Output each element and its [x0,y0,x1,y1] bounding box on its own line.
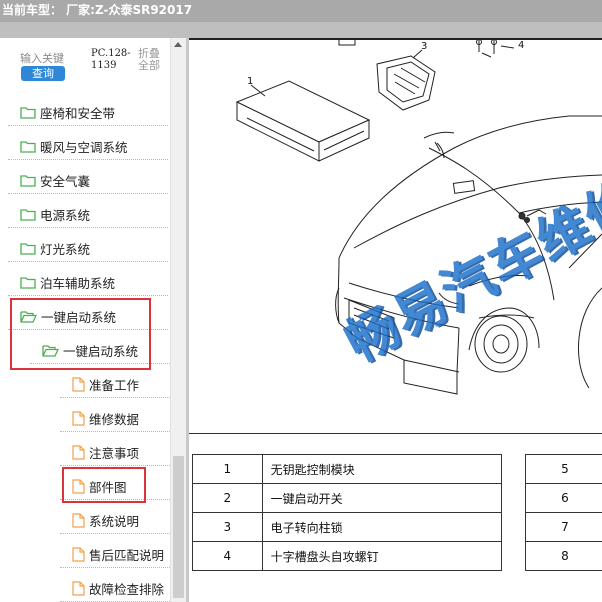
part-1-module [235,80,371,162]
part-no: 2 [192,483,263,513]
tree-item[interactable]: 售后匹配说明 [72,542,164,566]
part-no: 1 [192,454,263,484]
part-desc: 电子转向柱锁 [261,512,503,542]
callout-1: 1 [247,76,253,87]
table-row: 6 [525,483,602,513]
tree-guide-line [8,227,168,228]
folder-icon [20,174,40,187]
search-input[interactable]: 输入关键 [20,52,76,65]
part-no: 8 [525,541,602,571]
folder-open-icon [20,310,41,323]
tree-item-label: 安全气囊 [40,173,91,189]
tree-item[interactable]: 维修数据 [72,406,139,430]
scroll-up-arrow-icon[interactable] [174,42,182,47]
tree-item[interactable]: 电源系统 [20,202,90,226]
document-icon [72,410,89,426]
parts-table-right: 5 6 7 8 [525,454,602,571]
part-no: 3 [192,512,263,542]
part-no: 5 [525,454,602,484]
tree-guide-line [8,261,168,262]
callout-3: 3 [421,41,427,52]
tree-guide-line [8,329,168,330]
tree-item[interactable]: 座椅和安全带 [20,100,115,124]
folder-icon [20,276,40,289]
document-icon [72,512,89,528]
key-fob-part [452,180,476,194]
tree-item-label: 一键启动系统 [41,309,117,325]
tree-guide-line [8,125,168,126]
table-row: 7 [525,512,602,542]
tree-item-label: 暖风与空调系统 [40,139,128,155]
table-row: 5 [525,454,602,484]
window-title: 当前车型： 厂家:Z-众泰SR92017 [2,3,193,17]
callout-4: 4 [518,40,524,51]
tree-item-label: 准备工作 [89,377,140,393]
parts-table-left: 1 无钥匙控制模块 2 一键启动开关 3 电子转向柱锁 4 十字槽盘头自攻螺钉 [192,454,503,571]
table-row: 1 无钥匙控制模块 [192,454,503,484]
tree-item[interactable]: 安全气囊 [20,168,90,192]
part-no: 7 [525,512,602,542]
tree-item[interactable]: 泊车辅助系统 [20,270,115,294]
folder-icon [20,106,40,119]
folder-icon [20,140,40,153]
scrollbar-thumb[interactable] [173,456,184,598]
tree-item[interactable]: 一键启动系统 [42,338,138,362]
tree-item-label: 电源系统 [40,207,91,223]
folder-icon [20,242,40,255]
tree-guide-line [30,363,190,364]
table-top-rule [189,433,602,434]
table-row: 4 十字槽盘头自攻螺钉 [192,541,503,571]
part-desc: 无钥匙控制模块 [261,454,503,484]
tree-item[interactable]: 系统说明 [72,508,139,532]
tree-item[interactable]: 部件图 [72,474,127,498]
document-icon [72,478,89,494]
part-no: 6 [525,483,602,513]
tree-guide-line [8,295,168,296]
part-no: 4 [192,541,263,571]
tree-item-label: 座椅和安全带 [40,105,116,121]
table-row: 2 一键启动开关 [192,483,503,513]
collapse-all-button[interactable]: 折叠全部 [138,48,162,72]
tree-item-label: 故障检查排除 [89,581,165,597]
tree-item-label: 泊车辅助系统 [40,275,116,291]
part-3-switch [376,55,436,111]
tree-item[interactable]: 一键启动系统 [20,304,116,328]
tree-item-label: 灯光系统 [40,241,91,257]
tree-item[interactable]: 准备工作 [72,372,139,396]
table-row: 3 电子转向柱锁 [192,512,503,542]
tree-item-label: 售后匹配说明 [89,547,165,563]
document-icon [72,580,89,596]
document-icon [72,546,89,562]
tree-item[interactable]: 暖风与空调系统 [20,134,128,158]
tree-item[interactable]: 灯光系统 [20,236,90,260]
pc-code: PC.128- 1139 [91,48,131,72]
sidebar-scrollbar[interactable] [170,38,186,602]
tree-item[interactable]: 注意事项 [72,440,139,464]
search-button[interactable]: 查询 [21,66,65,81]
document-icon [72,444,89,460]
window-title-bar: 当前车型： 厂家:Z-众泰SR92017 [0,0,602,22]
document-icon [72,376,89,392]
toolbar-strip [0,22,602,38]
pc-code-line2: 1139 [91,60,117,71]
folder-open-icon [42,344,63,357]
tree-item-label: 维修数据 [89,411,140,427]
folder-icon [20,208,40,221]
pc-code-line1: PC.128- [91,48,131,59]
part-desc: 一键启动开关 [261,483,503,513]
tree-item[interactable]: 故障检查排除 [72,576,164,600]
tree-guide-line [8,159,168,160]
tree-guide-line [8,193,168,194]
tree-item-label: 注意事项 [89,445,140,461]
tree-item-label: 系统说明 [89,513,140,529]
tree-item-label: 部件图 [89,479,127,495]
table-row: 8 [525,541,602,571]
tree-item-label: 一键启动系统 [63,343,139,359]
part-desc: 十字槽盘头自攻螺钉 [261,541,503,571]
